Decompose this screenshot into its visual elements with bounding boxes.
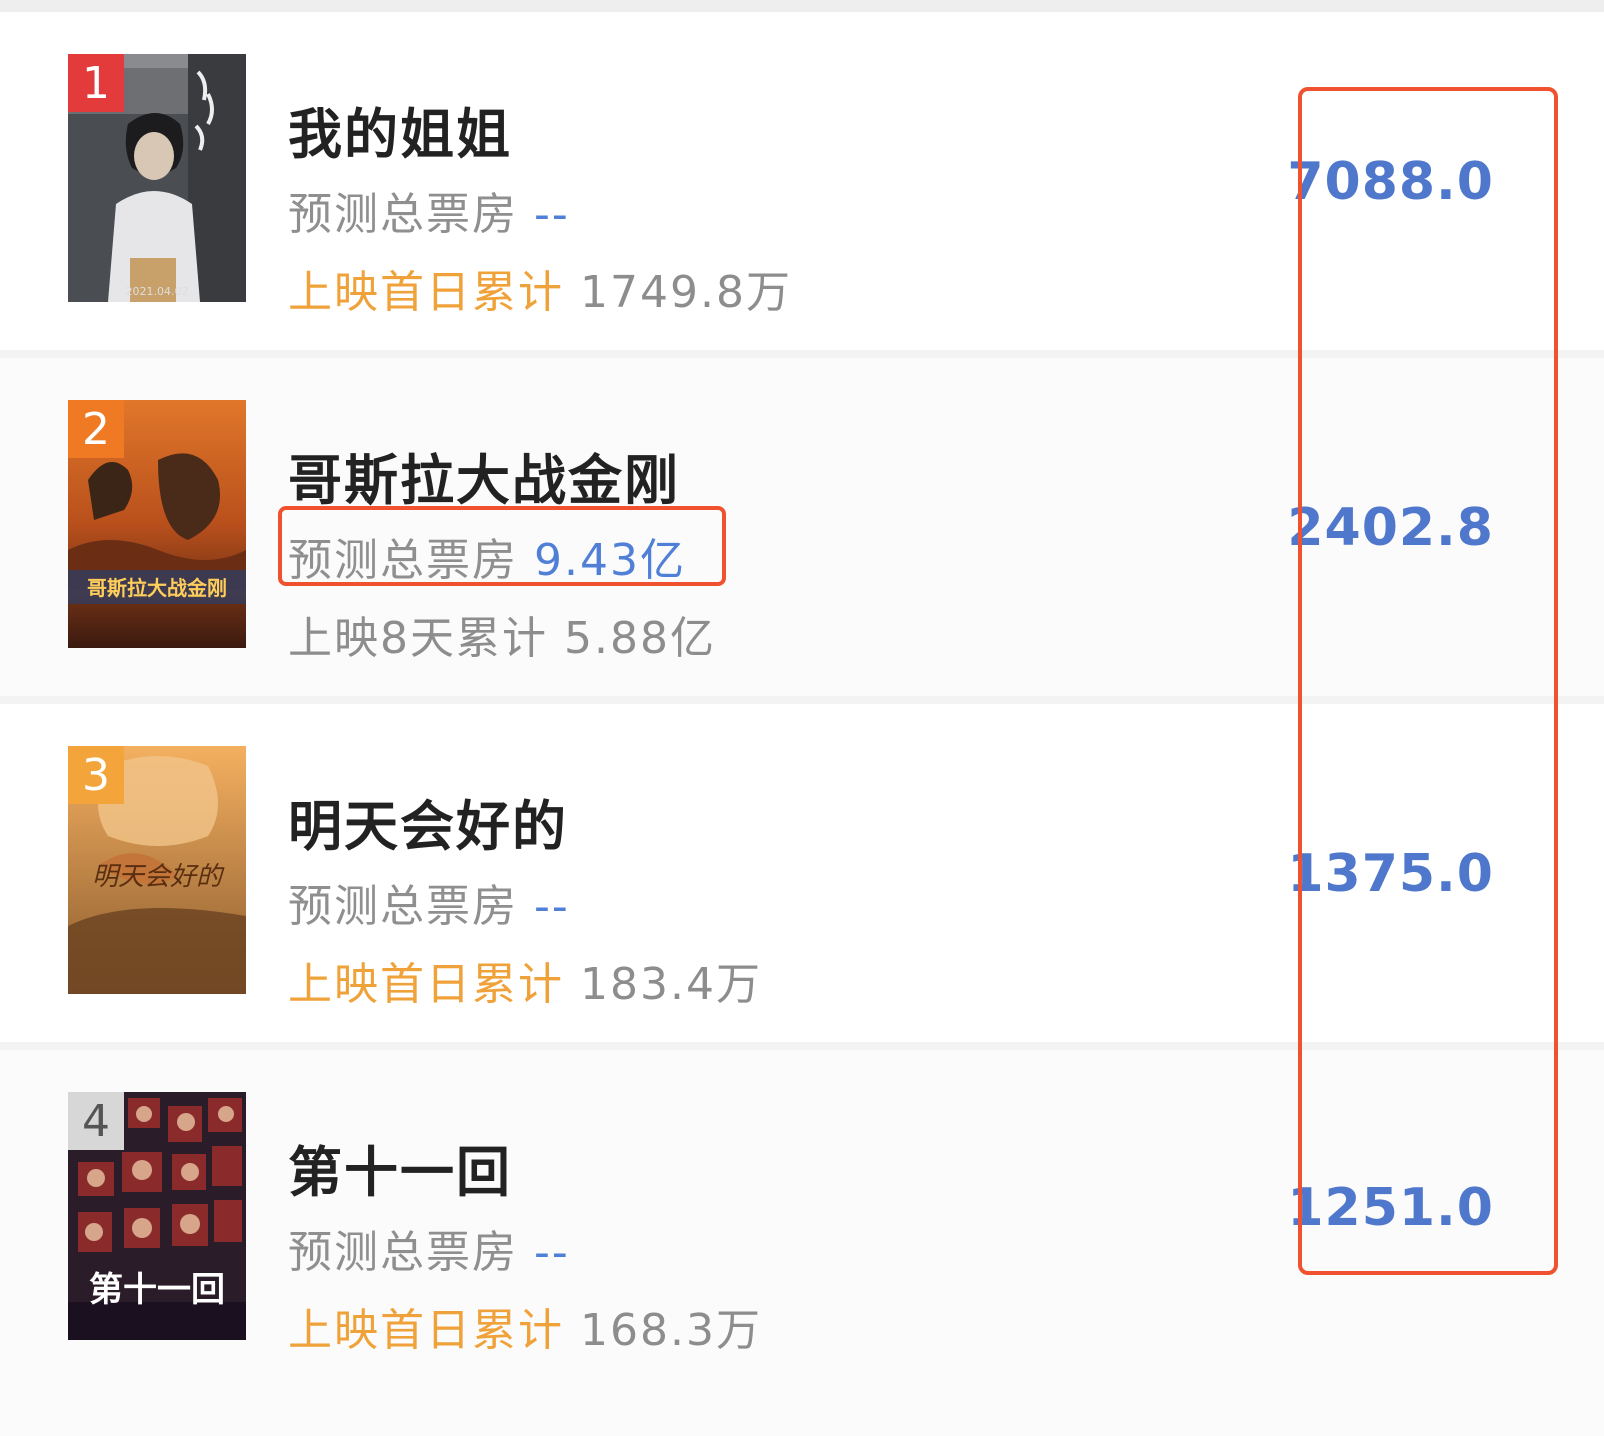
cumulative-label: 上映首日累计 — [288, 959, 564, 1010]
cumulative-value: 1749.8万 — [580, 267, 792, 318]
poster-caption: 明天会好的 — [91, 862, 222, 892]
cumulative-label: 上映8天累计 — [288, 613, 548, 664]
forecast-value: -- — [534, 881, 570, 932]
movie-poster[interactable]: 哥斯拉大战金刚 2 — [68, 400, 246, 648]
movie-poster[interactable]: 明天会好的 3 — [68, 746, 246, 994]
movie-poster[interactable]: 2021.04.02 1 — [68, 54, 246, 302]
cumulative-value: 168.3万 — [580, 1305, 762, 1356]
cumulative-line: 上映首日累计 1749.8万 — [288, 256, 792, 320]
cumulative-line: 上映首日累计 183.4万 — [288, 948, 762, 1012]
forecast-label: 预测总票房 — [288, 189, 518, 240]
movie-title[interactable]: 我的姐姐 — [288, 90, 512, 169]
movie-poster[interactable]: 第十一回 4 — [68, 1092, 246, 1340]
poster-caption: 哥斯拉大战金刚 — [87, 576, 227, 600]
cumulative-line: 上映首日累计 168.3万 — [288, 1294, 762, 1358]
cumulative-value: 5.88亿 — [564, 613, 716, 664]
forecast-value: -- — [534, 189, 570, 240]
rank-badge: 3 — [68, 746, 124, 804]
rank-badge: 4 — [68, 1092, 124, 1150]
highlight-box-values — [1298, 87, 1558, 1275]
forecast-value: -- — [534, 1227, 570, 1278]
movie-title[interactable]: 哥斯拉大战金刚 — [288, 436, 680, 515]
rank-badge: 1 — [68, 54, 124, 112]
box-office-ranking-screen: 2021.04.02 1 我的姐姐 预测总票房 -- 上映首日累计 1749.8… — [0, 0, 1604, 1436]
forecast-line: 预测总票房 -- — [288, 1216, 570, 1280]
rank-badge: 2 — [68, 400, 124, 458]
forecast-line: 预测总票房 -- — [288, 178, 570, 242]
cumulative-label: 上映首日累计 — [288, 267, 564, 318]
poster-caption: 第十一回 — [89, 1270, 225, 1310]
top-divider — [0, 0, 1604, 12]
movie-title[interactable]: 明天会好的 — [288, 782, 568, 861]
movie-title[interactable]: 第十一回 — [288, 1128, 512, 1207]
forecast-label: 预测总票房 — [288, 881, 518, 932]
forecast-line: 预测总票房 -- — [288, 870, 570, 934]
cumulative-label: 上映首日累计 — [288, 1305, 564, 1356]
poster-caption: 2021.04.02 — [125, 285, 189, 298]
highlight-box-forecast — [278, 506, 726, 586]
cumulative-value: 183.4万 — [580, 959, 762, 1010]
cumulative-line: 上映8天累计 5.88亿 — [288, 602, 716, 666]
forecast-label: 预测总票房 — [288, 1227, 518, 1278]
